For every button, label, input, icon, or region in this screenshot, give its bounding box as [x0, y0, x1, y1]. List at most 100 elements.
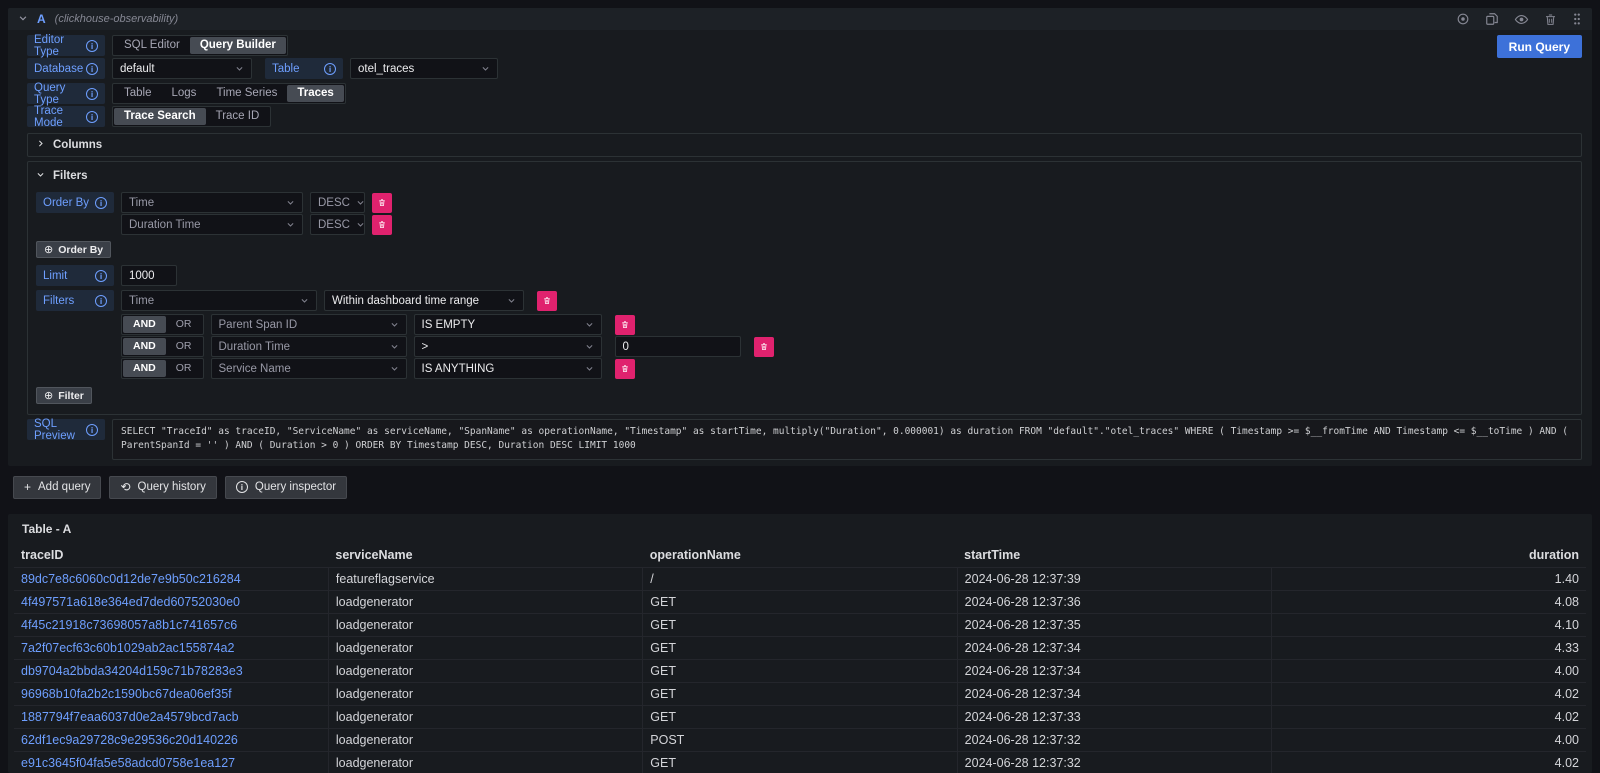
table-row: 7a2f07ecf63c60b1029ab2ac155874a2loadgene…: [14, 636, 1586, 659]
plus-icon: +: [24, 481, 31, 493]
duration-cell: 4.02: [1272, 682, 1586, 705]
connector-and-option[interactable]: AND: [123, 316, 166, 333]
filters-section: Filters Order By i Time DESC: [27, 161, 1582, 415]
query-history-button[interactable]: ⟲ Query history: [109, 476, 216, 499]
table-row: 89dc7e8c6060c0d12de7e9b50c216284featuref…: [14, 567, 1586, 590]
filter-operator-select[interactable]: IS ANYTHING: [414, 358, 602, 379]
help-circle-icon[interactable]: [1456, 12, 1470, 26]
query-type-radio-group: Table Logs Time Series Traces: [112, 83, 346, 104]
trace-mode-option-trace-search[interactable]: Trace Search: [114, 108, 206, 125]
collapse-chevron-icon[interactable]: [18, 13, 28, 25]
add-order-by-button[interactable]: ⊕ Order By: [36, 241, 111, 258]
trace-id-cell[interactable]: 96968b10fa2b2c1590bc67dea06ef35f: [14, 682, 328, 705]
order-by-direction-select[interactable]: DESC: [310, 192, 365, 213]
filter-field-select[interactable]: Duration Time: [211, 336, 407, 357]
connector-or-option[interactable]: OR: [166, 360, 202, 377]
operation-name-cell: GET: [643, 613, 957, 636]
column-header-start-time[interactable]: startTime: [957, 545, 1271, 568]
operation-name-cell: POST: [643, 728, 957, 751]
operation-name-cell: GET: [643, 751, 957, 773]
run-query-button[interactable]: Run Query: [1497, 35, 1582, 58]
column-header-duration[interactable]: duration: [1272, 545, 1586, 568]
remove-filter-button[interactable]: [754, 337, 774, 357]
drag-handle-icon[interactable]: [1572, 12, 1582, 26]
table-row: 1887794f7eaa6037d0e2a4579bcd7acbloadgene…: [14, 705, 1586, 728]
service-name-cell: loadgenerator: [328, 590, 642, 613]
operation-name-cell: GET: [643, 659, 957, 682]
filter-field-select[interactable]: Service Name: [211, 358, 407, 379]
query-type-option-traces[interactable]: Traces: [287, 85, 343, 102]
results-panel: Table - A traceID serviceName operationN…: [8, 514, 1592, 773]
connector-and-option[interactable]: AND: [123, 360, 166, 377]
trace-id-cell[interactable]: 89dc7e8c6060c0d12de7e9b50c216284: [14, 567, 328, 590]
order-by-field-select[interactable]: Time: [121, 192, 303, 213]
trace-mode-option-trace-id[interactable]: Trace ID: [206, 108, 270, 125]
limit-input[interactable]: 1000: [121, 265, 177, 286]
operation-name-cell: GET: [643, 590, 957, 613]
add-query-button[interactable]: + Add query: [13, 476, 101, 499]
remove-filter-button[interactable]: [537, 291, 557, 311]
filter-field-select[interactable]: Parent Span ID: [211, 314, 407, 335]
column-header-trace-id[interactable]: traceID: [14, 545, 328, 568]
operation-name-cell: GET: [643, 682, 957, 705]
info-icon: i: [86, 424, 98, 436]
chevron-down-icon: [390, 320, 399, 329]
connector-or-option[interactable]: OR: [166, 316, 202, 333]
query-type-option-time-series[interactable]: Time Series: [206, 85, 287, 102]
trace-id-cell[interactable]: 1887794f7eaa6037d0e2a4579bcd7acb: [14, 705, 328, 728]
connector-radio-group: AND OR: [121, 314, 204, 335]
chevron-down-icon: [390, 364, 399, 373]
order-by-direction-select[interactable]: DESC: [310, 214, 365, 235]
filter-value-input[interactable]: 0: [615, 336, 741, 357]
filter-operator-select[interactable]: Within dashboard time range: [324, 290, 524, 311]
remove-query-trash-icon[interactable]: [1544, 13, 1557, 26]
trace-mode-label: Trace Mode i: [27, 106, 105, 127]
remove-order-by-button[interactable]: [372, 215, 392, 235]
column-header-operation-name[interactable]: operationName: [643, 545, 957, 568]
filter-field-select[interactable]: Time: [121, 290, 317, 311]
remove-filter-button[interactable]: [615, 359, 635, 379]
filters-section-toggle[interactable]: Filters: [36, 167, 1573, 184]
query-type-option-logs[interactable]: Logs: [162, 85, 207, 102]
query-type-option-table[interactable]: Table: [114, 85, 162, 102]
filter-operator-select[interactable]: >: [414, 336, 602, 357]
info-circle-icon: i: [236, 481, 248, 493]
order-by-field-select[interactable]: Duration Time: [121, 214, 303, 235]
table-row: 96968b10fa2b2c1590bc67dea06ef35floadgene…: [14, 682, 1586, 705]
connector-radio-group: AND OR: [121, 336, 204, 357]
database-select[interactable]: default: [112, 58, 252, 79]
remove-order-by-button[interactable]: [372, 193, 392, 213]
table-row: 62df1ec9a29728c9e29536c20d140226loadgene…: [14, 728, 1586, 751]
info-icon: i: [95, 295, 107, 307]
query-row-header[interactable]: A (clickhouse-observability): [8, 8, 1592, 30]
service-name-cell: featureflagservice: [328, 567, 642, 590]
query-inspector-button[interactable]: i Query inspector: [225, 476, 347, 499]
trace-id-cell[interactable]: db9704a2bbda34204d159c71b78283e3: [14, 659, 328, 682]
table-select[interactable]: otel_traces: [350, 58, 498, 79]
chevron-down-icon: [286, 198, 295, 207]
column-header-service-name[interactable]: serviceName: [328, 545, 642, 568]
connector-and-option[interactable]: AND: [123, 338, 166, 355]
duplicate-query-icon[interactable]: [1485, 12, 1499, 26]
chevron-down-icon: [300, 296, 309, 305]
trace-id-cell[interactable]: 4f497571a618e364ed7ded60752030e0: [14, 590, 328, 613]
circle-plus-icon: ⊕: [44, 243, 53, 256]
filter-operator-select[interactable]: IS EMPTY: [414, 314, 602, 335]
hide-query-eye-icon[interactable]: [1514, 12, 1529, 27]
query-ref-id: A: [37, 12, 46, 26]
operation-name-cell: /: [643, 567, 957, 590]
remove-filter-button[interactable]: [615, 315, 635, 335]
start-time-cell: 2024-06-28 12:37:32: [957, 751, 1271, 773]
results-table: traceID serviceName operationName startT…: [14, 545, 1586, 773]
trace-id-cell[interactable]: 7a2f07ecf63c60b1029ab2ac155874a2: [14, 636, 328, 659]
trace-id-cell[interactable]: e91c3645f04fa5e58adcd0758e1ea127: [14, 751, 328, 773]
editor-type-option-query-builder[interactable]: Query Builder: [190, 37, 286, 54]
trace-id-cell[interactable]: 4f45c21918c73698057a8b1c741657c6: [14, 613, 328, 636]
duration-cell: 4.02: [1272, 751, 1586, 773]
connector-or-option[interactable]: OR: [166, 338, 202, 355]
columns-section-toggle[interactable]: Columns: [36, 137, 102, 154]
editor-type-option-sql-editor[interactable]: SQL Editor: [114, 37, 190, 54]
duration-cell: 4.02: [1272, 705, 1586, 728]
trace-id-cell[interactable]: 62df1ec9a29728c9e29536c20d140226: [14, 728, 328, 751]
add-filter-button[interactable]: ⊕ Filter: [36, 387, 92, 404]
